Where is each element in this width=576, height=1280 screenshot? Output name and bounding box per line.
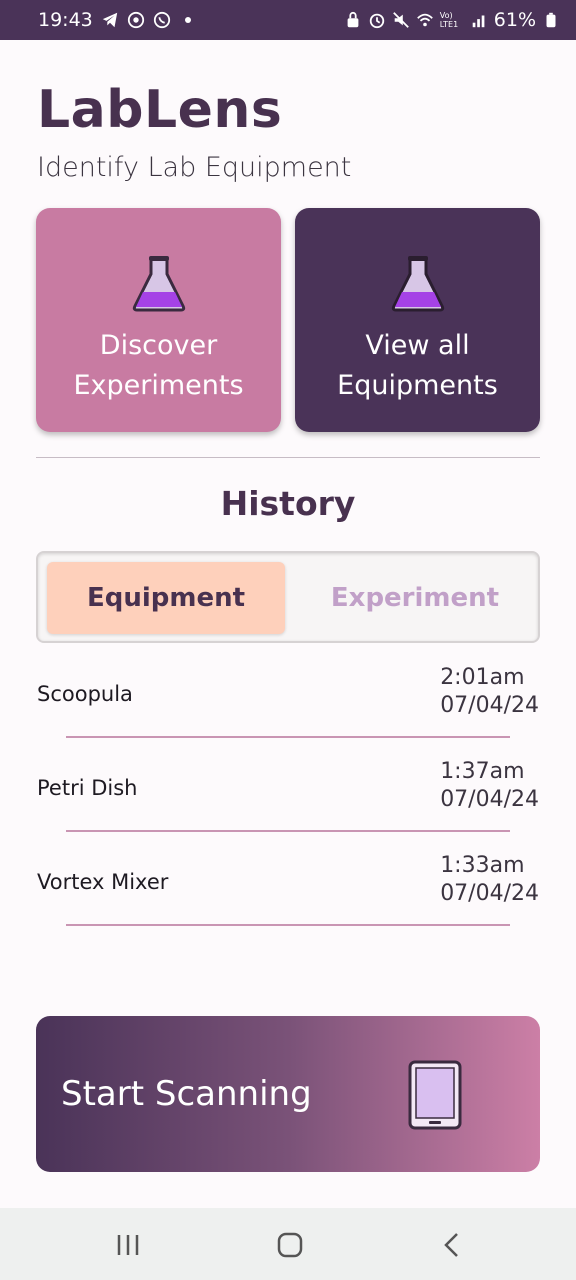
home-button[interactable] <box>272 1230 308 1260</box>
back-icon <box>444 1233 458 1257</box>
network-type: Vo) LTE1 <box>439 11 459 29</box>
history-item[interactable]: Scoopula 2:01am 07/04/24 <box>37 664 540 724</box>
history-item[interactable]: Petri Dish 1:37am 07/04/24 <box>37 758 540 818</box>
tablet-icon <box>408 1060 462 1130</box>
signal-icon <box>472 15 485 28</box>
battery-level: 61% <box>493 9 536 31</box>
flask-icon <box>391 256 444 312</box>
tab-equipment[interactable]: Equipment <box>47 562 285 634</box>
start-scanning-label: Start Scanning <box>61 1074 312 1114</box>
history-item-timestamp: 2:01am 07/04/24 <box>440 665 539 718</box>
battery-icon <box>546 12 556 28</box>
status-bar: 19:43 Vo) LTE1 61% <box>0 0 576 40</box>
more-notifications-dot <box>184 17 191 23</box>
whatsapp-icon <box>153 11 170 29</box>
history-item-timestamp: 1:33am 07/04/24 <box>440 853 539 906</box>
history-item-name: Petri Dish <box>37 776 138 800</box>
system-navigation-bar <box>0 1208 576 1280</box>
history-item-name: Vortex Mixer <box>37 870 169 894</box>
discover-experiments-label: Discover Experiments <box>73 330 244 401</box>
row-divider <box>66 924 510 926</box>
app-notification-icon <box>127 11 144 29</box>
flask-icon <box>132 256 185 312</box>
telegram-icon <box>102 12 117 28</box>
app-subtitle: Identify Lab Equipment <box>37 152 352 183</box>
view-all-equipments-card[interactable]: View all Equipments <box>295 208 540 432</box>
history-item-name: Scoopula <box>37 682 133 706</box>
recent-apps-button[interactable] <box>110 1230 146 1260</box>
history-toggle: Equipment Experiment <box>36 551 540 643</box>
tab-experiment[interactable]: Experiment <box>296 562 534 634</box>
section-divider <box>36 457 540 458</box>
history-item-timestamp: 1:37am 07/04/24 <box>440 759 539 812</box>
status-time: 19:43 <box>38 9 93 31</box>
recent-apps-icon <box>117 1235 139 1255</box>
wifi-icon <box>416 13 433 27</box>
lock-icon <box>347 11 359 28</box>
history-item[interactable]: Vortex Mixer 1:33am 07/04/24 <box>37 852 540 912</box>
app-title: LabLens <box>37 80 283 140</box>
mute-icon <box>392 12 409 28</box>
back-button[interactable] <box>434 1230 470 1260</box>
home-icon <box>277 1232 303 1258</box>
row-divider <box>66 830 510 832</box>
discover-experiments-card[interactable]: Discover Experiments <box>36 208 281 432</box>
start-scanning-button[interactable]: Start Scanning <box>36 1016 540 1172</box>
view-all-equipments-label: View all Equipments <box>337 330 498 401</box>
row-divider <box>66 736 510 738</box>
history-heading: History <box>220 484 356 523</box>
alarm-icon <box>369 13 384 29</box>
